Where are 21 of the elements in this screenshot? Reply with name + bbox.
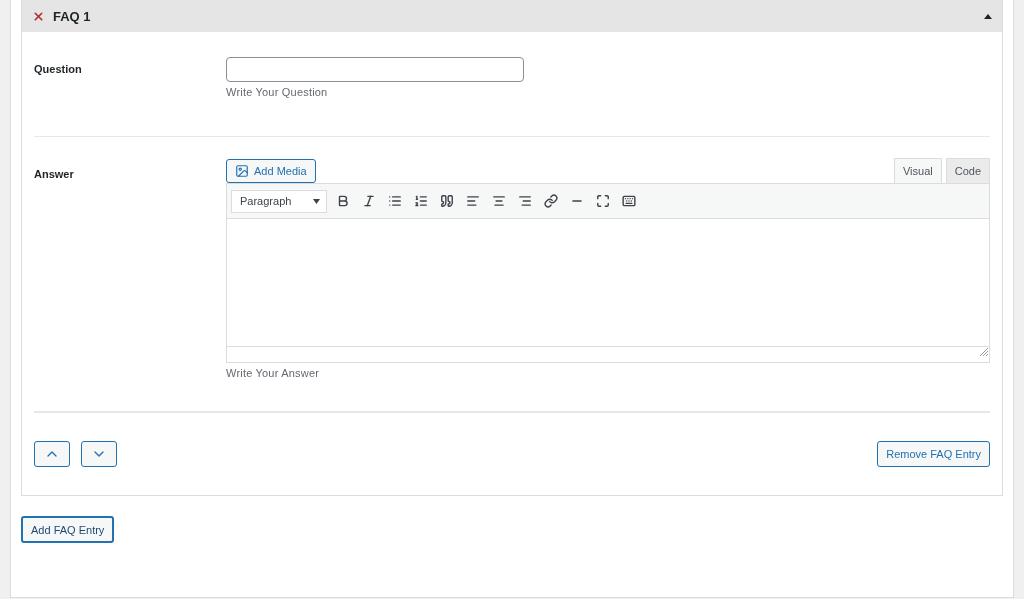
format-select[interactable]: Paragraph [231, 189, 327, 213]
field-hint: Write Your Question [226, 86, 329, 98]
field-hint: Write Your Answer [226, 367, 321, 379]
field-label: Question [34, 62, 83, 77]
question-field[interactable] [226, 57, 524, 82]
add-entry-button[interactable]: Add FAQ Entry [21, 516, 115, 543]
remove-entry-button[interactable]: Remove FAQ Entry [877, 441, 990, 467]
faq-title: FAQ 1 [53, 8, 92, 24]
field-label: Answer [34, 167, 75, 182]
faq-header[interactable]: FAQ 1 [22, 0, 1002, 32]
editor-tab[interactable]: Visual [893, 158, 942, 183]
move-down-button[interactable] [81, 441, 117, 467]
close-icon[interactable] [32, 9, 45, 23]
media-icon [235, 164, 249, 178]
add-media-button[interactable]: Add Media [226, 159, 316, 183]
collapse-icon[interactable] [984, 13, 992, 19]
link-icon[interactable] [541, 191, 561, 211]
resize-handle-icon[interactable] [979, 347, 989, 357]
editor-tab[interactable]: Code [945, 158, 990, 183]
move-up-button[interactable] [34, 441, 70, 467]
caret-icon [313, 198, 320, 204]
